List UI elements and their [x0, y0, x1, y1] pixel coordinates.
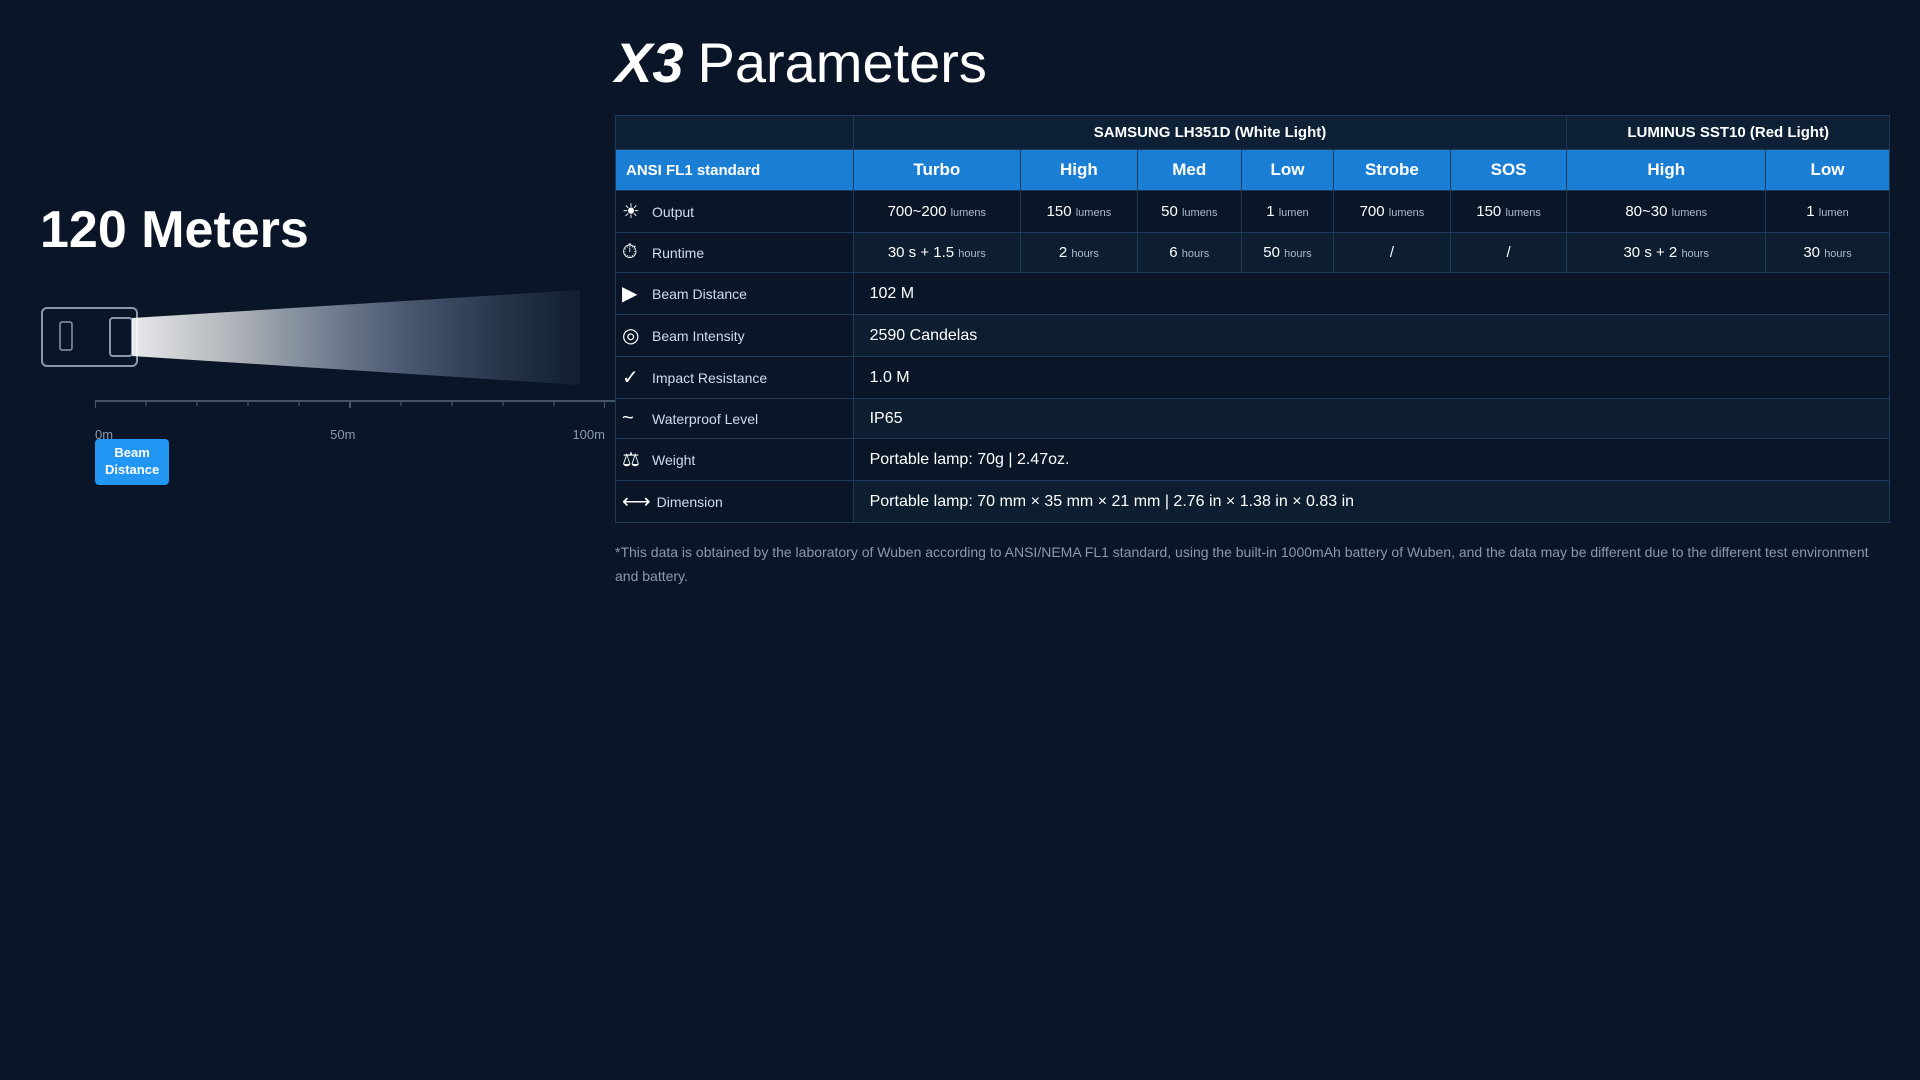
table-row: ▶ Beam Distance 102 M: [616, 273, 1890, 315]
row-label-text: Waterproof Level: [652, 411, 758, 427]
cell-0-1: 150 lumens: [1021, 191, 1138, 233]
scale-ruler: 0m 50m 100m: [95, 400, 620, 442]
mode-med: Med: [1137, 150, 1241, 191]
table-row: ⚖ Weight Portable lamp: 70g | 2.47oz.: [616, 439, 1890, 481]
page-title-text: Parameters: [698, 30, 987, 95]
row-label-impact-resistance: ✓ Impact Resistance: [616, 357, 854, 399]
table-row: ✓ Impact Resistance 1.0 M: [616, 357, 1890, 399]
row-label-text: Output: [652, 204, 694, 220]
mode-low: Low: [1241, 150, 1333, 191]
group-header-row: SAMSUNG LH351D (White Light) LUMINUS SST…: [616, 116, 1890, 150]
row-label-text: Impact Resistance: [652, 370, 767, 386]
th-samsung: SAMSUNG LH351D (White Light): [853, 116, 1567, 150]
row-label-dimension: ⟷ Dimension: [616, 481, 854, 523]
cell-1-1: 2 hours: [1021, 233, 1138, 273]
row-label-beam-intensity: ◎ Beam Intensity: [616, 315, 854, 357]
params-table: SAMSUNG LH351D (White Light) LUMINUS SST…: [615, 115, 1890, 523]
row-label-runtime: ⏱ Runtime: [616, 233, 854, 273]
wide-cell-weight: Portable lamp: 70g | 2.47oz.: [853, 439, 1889, 481]
scale-label-50m: 50m: [330, 427, 355, 442]
wide-cell-impact-resistance: 1.0 M: [853, 357, 1889, 399]
cell-0-7: 1 lumen: [1766, 191, 1890, 233]
row-label-text: Beam Distance: [652, 286, 747, 302]
cell-0-0: 700~200 lumens: [853, 191, 1020, 233]
mode-high-red: High: [1567, 150, 1766, 191]
row-icon: ⟷: [622, 489, 651, 514]
mode-high: High: [1021, 150, 1138, 191]
th-luminus: LUMINUS SST10 (Red Light): [1567, 116, 1890, 150]
cell-1-2: 6 hours: [1137, 233, 1241, 273]
footnote: *This data is obtained by the laboratory…: [615, 541, 1875, 589]
table-row: ☀ Output 700~200 lumens150 lumens50 lume…: [616, 191, 1890, 233]
beam-diagram: [40, 290, 580, 385]
wide-cell-beam-distance: 102 M: [853, 273, 1889, 315]
cell-0-2: 50 lumens: [1137, 191, 1241, 233]
cell-0-4: 700 lumens: [1334, 191, 1451, 233]
row-label-output: ☀ Output: [616, 191, 854, 233]
cell-0-5: 150 lumens: [1450, 191, 1567, 233]
scale-label-100m: 100m: [572, 427, 605, 442]
wide-cell-waterproof-level: IP65: [853, 399, 1889, 439]
cell-0-3: 1 lumen: [1241, 191, 1333, 233]
ansi-header: ANSI FL1 standard: [616, 150, 854, 191]
row-icon: ☀: [622, 199, 646, 224]
beam-distance-title: 120 Meters: [40, 200, 620, 260]
cell-1-7: 30 hours: [1766, 233, 1890, 273]
left-panel: 120 Meters: [40, 200, 620, 450]
beam-distance-badge[interactable]: Beam Distance: [95, 439, 169, 485]
cell-0-6: 80~30 lumens: [1567, 191, 1766, 233]
brand-name: X3: [615, 30, 684, 95]
row-label-waterproof-level: ~ Waterproof Level: [616, 399, 854, 439]
beam-visual: [40, 290, 580, 390]
cell-1-0: 30 s + 1.5 hours: [853, 233, 1020, 273]
row-icon: ⚖: [622, 447, 646, 472]
row-label-text: Beam Intensity: [652, 328, 745, 344]
th-empty-1: [616, 116, 854, 150]
table-row: ~ Waterproof Level IP65: [616, 399, 1890, 439]
cell-1-4: /: [1334, 233, 1451, 273]
row-icon: ~: [622, 407, 646, 430]
mode-low-red: Low: [1766, 150, 1890, 191]
row-label-beam-distance: ▶ Beam Distance: [616, 273, 854, 315]
row-icon: ✓: [622, 365, 646, 390]
scale-ticks-svg: [95, 402, 605, 422]
wide-cell-dimension: Portable lamp: 70 mm × 35 mm × 21 mm | 2…: [853, 481, 1889, 523]
table-row: ◎ Beam Intensity 2590 Candelas: [616, 315, 1890, 357]
row-icon: ⏱: [622, 241, 646, 264]
row-label-text: Weight: [652, 452, 695, 468]
table-row: ⟷ Dimension Portable lamp: 70 mm × 35 mm…: [616, 481, 1890, 523]
table-row: ⏱ Runtime 30 s + 1.5 hours2 hours6 hours…: [616, 233, 1890, 273]
row-icon: ◎: [622, 323, 646, 348]
cell-1-6: 30 s + 2 hours: [1567, 233, 1766, 273]
mode-sos: SOS: [1450, 150, 1567, 191]
mode-strobe: Strobe: [1334, 150, 1451, 191]
row-label-text: Dimension: [657, 494, 723, 510]
row-label-weight: ⚖ Weight: [616, 439, 854, 481]
right-panel: X3 Parameters SAMSUNG LH351D (White Ligh…: [615, 30, 1890, 589]
page-title: X3 Parameters: [615, 30, 1890, 95]
cell-1-3: 50 hours: [1241, 233, 1333, 273]
row-label-text: Runtime: [652, 245, 704, 261]
cell-1-5: /: [1450, 233, 1567, 273]
wide-cell-beam-intensity: 2590 Candelas: [853, 315, 1889, 357]
row-icon: ▶: [622, 281, 646, 306]
mode-turbo: Turbo: [853, 150, 1020, 191]
mode-header-row: ANSI FL1 standard Turbo High Med Low Str…: [616, 150, 1890, 191]
